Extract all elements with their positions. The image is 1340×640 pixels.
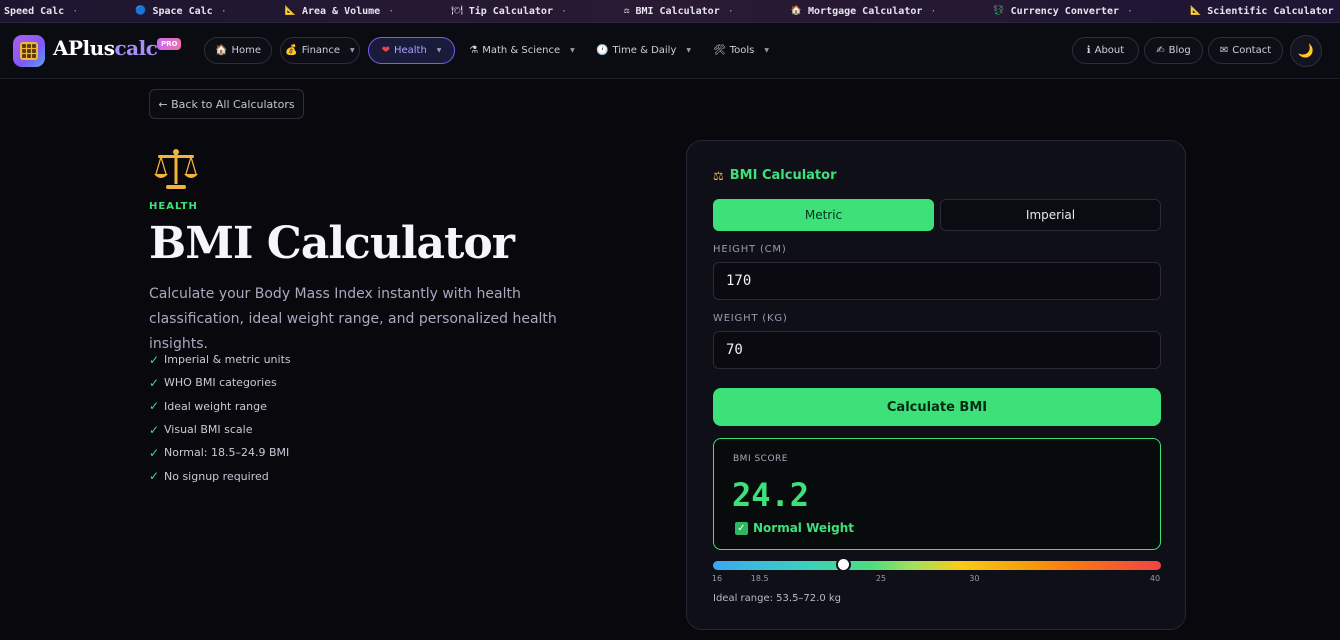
- scale-tick-label: 16: [711, 574, 723, 583]
- ticker-item-bmi[interactable]: ⚖ BMI Calculator ·: [624, 6, 734, 17]
- checkmark-icon: ✓: [149, 352, 160, 367]
- ticker-label: Space Calc: [152, 5, 213, 17]
- nav-contact[interactable]: ✉ Contact: [1208, 37, 1283, 64]
- scale-icon: ⚖: [624, 6, 630, 16]
- ticker-item-tip[interactable]: 🍽 Tip Calculator ·: [451, 6, 567, 17]
- ticker-item-speed[interactable]: Speed Calc ·: [4, 6, 78, 17]
- nav-about[interactable]: ℹ About: [1072, 37, 1139, 64]
- chevron-down-icon: ▼: [436, 47, 442, 54]
- pro-badge: PRO: [157, 38, 182, 50]
- chevron-down-icon: ▼: [570, 47, 575, 54]
- scale-tick-label: 25: [875, 574, 887, 583]
- nav-home[interactable]: 🏠 Home: [204, 37, 272, 64]
- exchange-icon: 💱: [993, 6, 1005, 16]
- feature-item: ✓ Normal: 18.5–24.9 BMI: [149, 445, 290, 460]
- nav-time-daily[interactable]: 🕐 Time & Daily ▼: [591, 37, 696, 64]
- ticker-label: Area & Volume: [301, 5, 381, 17]
- page-title: BMI Calculator: [149, 218, 515, 269]
- chevron-down-icon: ▼: [686, 47, 691, 54]
- theme-toggle-moon-icon[interactable]: 🌙: [1290, 35, 1322, 67]
- calculate-bmi-button[interactable]: Calculate BMI: [713, 388, 1161, 426]
- feature-list: ✓ Imperial & metric units ✓ WHO BMI catego…: [149, 348, 291, 488]
- chevron-down-icon: ▼: [764, 47, 769, 54]
- feature-item: ✓ WHO BMI categories: [149, 375, 277, 390]
- height-input[interactable]: 170: [713, 262, 1161, 300]
- ticker-label: Speed Calc: [4, 5, 65, 17]
- tools-icon: 🛠: [713, 45, 726, 56]
- writing-hand-icon: ✍: [1156, 45, 1165, 56]
- imperial-toggle-button[interactable]: Imperial: [940, 199, 1161, 231]
- mail-icon: ✉: [1219, 45, 1229, 56]
- status-badge: ✓ Normal Weight: [735, 521, 854, 535]
- ticker-label: Currency Converter: [1010, 5, 1119, 17]
- satellite-icon: 🔵: [135, 6, 147, 16]
- weight-input[interactable]: 70: [713, 331, 1161, 369]
- category-label: HEALTH: [149, 201, 198, 212]
- ticker-label: Tip Calculator: [468, 5, 553, 17]
- feature-item: ✓ Visual BMI scale: [149, 422, 253, 437]
- calculator-title: ⚖ BMI Calculator: [713, 168, 837, 183]
- ticker-label: Scientific Calculator: [1207, 5, 1334, 17]
- scale-tick-label: 18.5: [750, 574, 769, 583]
- ticker-label: Mortgage Calculator: [807, 5, 923, 17]
- nav-math-science[interactable]: ⚗ Math & Science ▼: [463, 37, 581, 64]
- metric-toggle-button[interactable]: Metric: [713, 199, 934, 231]
- money-bag-icon: 💰: [285, 45, 298, 56]
- ticker-item-scientific[interactable]: 📐Scientific Calculator·: [1190, 6, 1340, 17]
- checkmark-icon: ✓: [149, 375, 160, 390]
- clock-icon: 🕐: [595, 45, 609, 56]
- info-icon: ℹ: [1086, 45, 1091, 56]
- nav-finance[interactable]: 💰 Finance ▼: [280, 37, 360, 64]
- feature-item: ✓ No signup required: [149, 469, 269, 484]
- nav-health[interactable]: ❤ Health ▼: [368, 37, 455, 64]
- plate-icon: 🍽: [451, 6, 463, 16]
- scale-tick-label: 40: [1149, 574, 1161, 583]
- ticker-item-currency[interactable]: 💱 Currency Converter ·: [993, 6, 1133, 17]
- house-icon: 🏠: [790, 6, 802, 16]
- bmi-scale-marker: [835, 557, 851, 572]
- checkmark-icon: ✓: [149, 422, 160, 437]
- result-label: BMI SCORE: [733, 454, 788, 464]
- check-box-icon: ✓: [735, 521, 748, 535]
- nav-tools[interactable]: 🛠 Tools ▼: [706, 37, 776, 64]
- ticker-label: BMI Calculator: [635, 5, 720, 17]
- bmi-score-value: 24.2: [732, 476, 810, 514]
- brand-name[interactable]: APluscalc: [53, 36, 158, 60]
- navbar: APluscalc PRO 🏠 Home 💰 Finance ▼ ❤ Health ▼ ⚗…: [0, 23, 1340, 79]
- checkmark-icon: ✓: [149, 445, 160, 460]
- ruler-icon: 📐: [1190, 6, 1202, 16]
- heart-icon: ❤: [381, 45, 390, 56]
- calculator-ticker: Speed Calc · 🔵 Space Calc · 📐 Area & Volume ·…: [0, 0, 1340, 23]
- ticker-item-mortgage[interactable]: 🏠 Mortgage Calculator ·: [791, 6, 937, 17]
- checkmark-icon: ✓: [149, 399, 160, 414]
- scale-icon: ⚖: [713, 168, 724, 183]
- nav-blog[interactable]: ✍ Blog: [1144, 37, 1203, 64]
- feature-item: ✓ Imperial & metric units: [149, 352, 291, 367]
- house-icon: 🏠: [215, 45, 228, 56]
- bmi-calculator-card: ⚖ BMI Calculator Metric Imperial HEIGHT (…: [686, 140, 1186, 630]
- scale-tick-label: 30: [969, 574, 980, 583]
- page-description: Calculate your Body Mass Index instantly…: [149, 286, 557, 352]
- balance-scale-icon: [154, 149, 198, 189]
- weight-label: WEIGHT (KG): [713, 313, 788, 324]
- bmi-result-panel: BMI SCORE 24.2 ✓ Normal Weight: [713, 438, 1161, 550]
- bmi-scale-bar: [713, 561, 1161, 570]
- height-label: HEIGHT (CM): [713, 244, 787, 255]
- feature-item: ✓ Ideal weight range: [149, 399, 267, 414]
- logo-calculator-icon[interactable]: [13, 35, 45, 67]
- ticker-item-area[interactable]: 📐 Area & Volume ·: [285, 6, 395, 17]
- back-to-calculators-link[interactable]: ← Back to All Calculators: [149, 89, 304, 119]
- ruler-icon: 📐: [284, 6, 296, 16]
- chevron-down-icon: ▼: [350, 47, 355, 54]
- flask-icon: ⚗: [469, 45, 479, 56]
- ticker-item-space[interactable]: 🔵 Space Calc ·: [135, 6, 226, 17]
- checkmark-icon: ✓: [149, 469, 160, 484]
- ideal-weight-range: Ideal range: 53.5–72.0 kg: [713, 593, 842, 604]
